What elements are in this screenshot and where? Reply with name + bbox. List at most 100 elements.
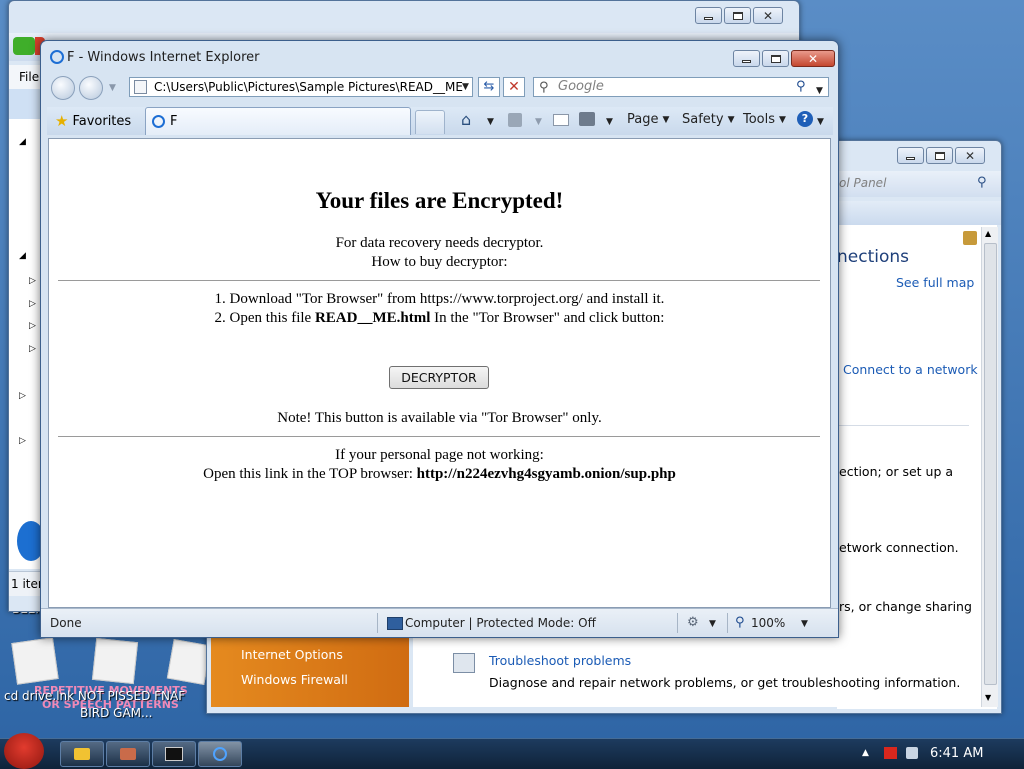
expand-arrow-icon[interactable]: ▷ xyxy=(19,391,26,401)
start-button[interactable] xyxy=(4,733,44,769)
expand-arrow-icon[interactable]: ◢ xyxy=(19,251,26,261)
search-icon[interactable]: ⚲ xyxy=(977,175,987,190)
recent-pages-dropdown-icon[interactable]: ▼ xyxy=(109,83,116,93)
zoom-level[interactable]: 100% xyxy=(751,616,785,630)
action-center-icon[interactable] xyxy=(884,747,897,759)
mail-icon[interactable] xyxy=(553,114,569,126)
fallback-line: If your personal page not working: xyxy=(335,447,544,463)
close-icon: ✕ xyxy=(762,8,774,23)
fallback-link-line: Open this link in the TOP browser: http:… xyxy=(49,465,830,484)
close-button[interactable]: ✕ xyxy=(955,147,985,164)
close-button[interactable]: ✕ xyxy=(791,50,835,67)
expand-arrow-icon[interactable]: ▷ xyxy=(29,344,36,354)
minimize-button[interactable] xyxy=(733,50,760,67)
taskbar-button-ie[interactable] xyxy=(198,741,242,767)
see-full-map-link[interactable]: See full map xyxy=(896,275,974,290)
desktop-icon-label: cd drive.lnk NOT PISSED FNAF xyxy=(4,689,186,703)
scroll-thumb[interactable] xyxy=(984,243,997,685)
onion-link[interactable]: http://n224ezvhg4sgyamb.onion/sup.php xyxy=(417,466,676,482)
home-icon[interactable]: ⌂ xyxy=(461,110,471,129)
connect-network-link[interactable]: Connect to a network xyxy=(843,362,978,377)
stop-icon[interactable]: ✕ xyxy=(503,77,525,97)
close-button[interactable]: ✕ xyxy=(753,7,783,24)
desktop-icon-paper[interactable] xyxy=(91,637,139,685)
refresh-icon[interactable]: ⇆ xyxy=(478,77,500,97)
search-input[interactable]: ⚲ Google ⚲ ▼ xyxy=(533,77,829,97)
expand-arrow-icon[interactable]: ◢ xyxy=(19,137,26,147)
taskbar-button-explorer[interactable] xyxy=(60,741,104,767)
taskbar-button-cmd[interactable] xyxy=(152,741,196,767)
maximize-button[interactable] xyxy=(762,50,789,67)
cmd-icon xyxy=(165,747,183,761)
tab-ie-icon xyxy=(152,115,165,128)
search-options-dropdown-icon[interactable]: ▼ xyxy=(816,82,823,100)
step2-suffix: In the "Tor Browser" and click button: xyxy=(430,310,665,326)
chevron-down-icon: ▼ xyxy=(779,114,786,125)
control-panel-icon xyxy=(120,748,136,760)
search-icon[interactable]: ⚲ xyxy=(796,78,806,96)
back-arrow-icon[interactable] xyxy=(13,37,35,55)
favorites-button[interactable]: ★ Favorites xyxy=(55,112,131,130)
back-button[interactable] xyxy=(51,76,75,100)
page-menu[interactable]: Page ▼ xyxy=(627,112,669,127)
instruction-step-1: 1. Download "Tor Browser" from https://w… xyxy=(214,291,665,307)
expand-arrow-icon[interactable]: ▷ xyxy=(29,321,36,331)
decryptor-button[interactable]: DECRYPTOR xyxy=(389,366,489,389)
help-icon[interactable]: ? xyxy=(797,111,813,127)
fallback-link-prefix: Open this link in the TOP browser: xyxy=(203,466,417,482)
address-bar[interactable]: C:\Users\Public\Pictures\Sample Pictures… xyxy=(129,77,473,97)
expand-arrow-icon[interactable]: ▷ xyxy=(19,436,26,446)
search-input[interactable]: ol Panel xyxy=(839,176,886,190)
security-zone[interactable]: Computer | Protected Mode: Off xyxy=(405,616,596,630)
volume-icon[interactable] xyxy=(906,747,918,759)
popup-dropdown-icon[interactable]: ▼ xyxy=(709,619,716,629)
show-hidden-icons[interactable]: ▲ xyxy=(862,748,869,758)
ie-icon xyxy=(213,747,227,761)
forward-button[interactable] xyxy=(79,76,103,100)
print-dropdown-icon[interactable]: ▼ xyxy=(606,117,613,127)
home-dropdown-icon[interactable]: ▼ xyxy=(487,117,494,127)
help-dropdown-icon[interactable]: ▼ xyxy=(817,117,824,127)
sidebar-item-windows-firewall[interactable]: Windows Firewall xyxy=(241,672,348,687)
safety-menu[interactable]: Safety ▼ xyxy=(682,112,735,127)
taskbar: ▲ 6:41 AM xyxy=(0,733,1024,769)
troubleshoot-link[interactable]: Troubleshoot problems xyxy=(489,653,631,668)
expand-arrow-icon[interactable]: ▷ xyxy=(29,276,36,286)
ie-window-controls: ✕ xyxy=(733,50,835,67)
network-content: Troubleshoot problems Diagnose and repai… xyxy=(413,635,979,707)
address-dropdown-icon[interactable]: ▼ xyxy=(462,82,469,92)
desktop-icon-paper[interactable] xyxy=(166,639,212,685)
desktop-icon-paper[interactable] xyxy=(11,637,59,685)
taskbar-button-control-panel[interactable] xyxy=(106,741,150,767)
help-icon[interactable] xyxy=(963,231,977,245)
new-tab-button[interactable] xyxy=(415,110,445,134)
popup-blocker-icon[interactable]: ⚙ xyxy=(687,615,699,630)
minimize-icon xyxy=(906,156,915,160)
tools-menu[interactable]: Tools ▼ xyxy=(743,112,786,127)
maximize-button[interactable] xyxy=(724,7,751,24)
minimize-button[interactable] xyxy=(695,7,722,24)
favorites-star-icon: ★ xyxy=(55,112,69,130)
minimize-button[interactable] xyxy=(897,147,924,164)
favorites-label: Favorites xyxy=(72,113,132,129)
maximize-icon xyxy=(934,151,945,160)
expand-arrow-icon[interactable]: ▷ xyxy=(29,299,36,309)
scroll-up-arrow-icon[interactable]: ▲ xyxy=(985,229,991,238)
maximize-button[interactable] xyxy=(926,147,953,164)
scroll-down-arrow-icon[interactable]: ▼ xyxy=(985,693,991,702)
sidebar-item-internet-options[interactable]: Internet Options xyxy=(241,647,343,662)
step2-filename: READ__ME.html xyxy=(314,310,431,326)
zoom-dropdown-icon[interactable]: ▼ xyxy=(801,619,808,629)
close-icon: ✕ xyxy=(964,148,976,163)
print-icon[interactable] xyxy=(579,112,595,126)
menu-file[interactable]: File xyxy=(19,70,39,84)
network-scrollbar[interactable]: ▲ ▼ xyxy=(981,227,998,707)
taskbar-clock[interactable]: 6:41 AM xyxy=(930,746,983,761)
tab-current[interactable]: F xyxy=(145,107,411,135)
feeds-dropdown-icon[interactable]: ▼ xyxy=(535,117,542,127)
feeds-icon[interactable] xyxy=(508,113,522,127)
recovery-line: For data recovery needs decryptor. xyxy=(335,235,544,251)
desktop-icon-label: BIRD GAM... xyxy=(80,706,153,720)
ie-window[interactable]: F - Windows Internet Explorer ✕ ▼ C:\Use… xyxy=(40,40,839,638)
page-menu-label: Page xyxy=(627,112,659,127)
